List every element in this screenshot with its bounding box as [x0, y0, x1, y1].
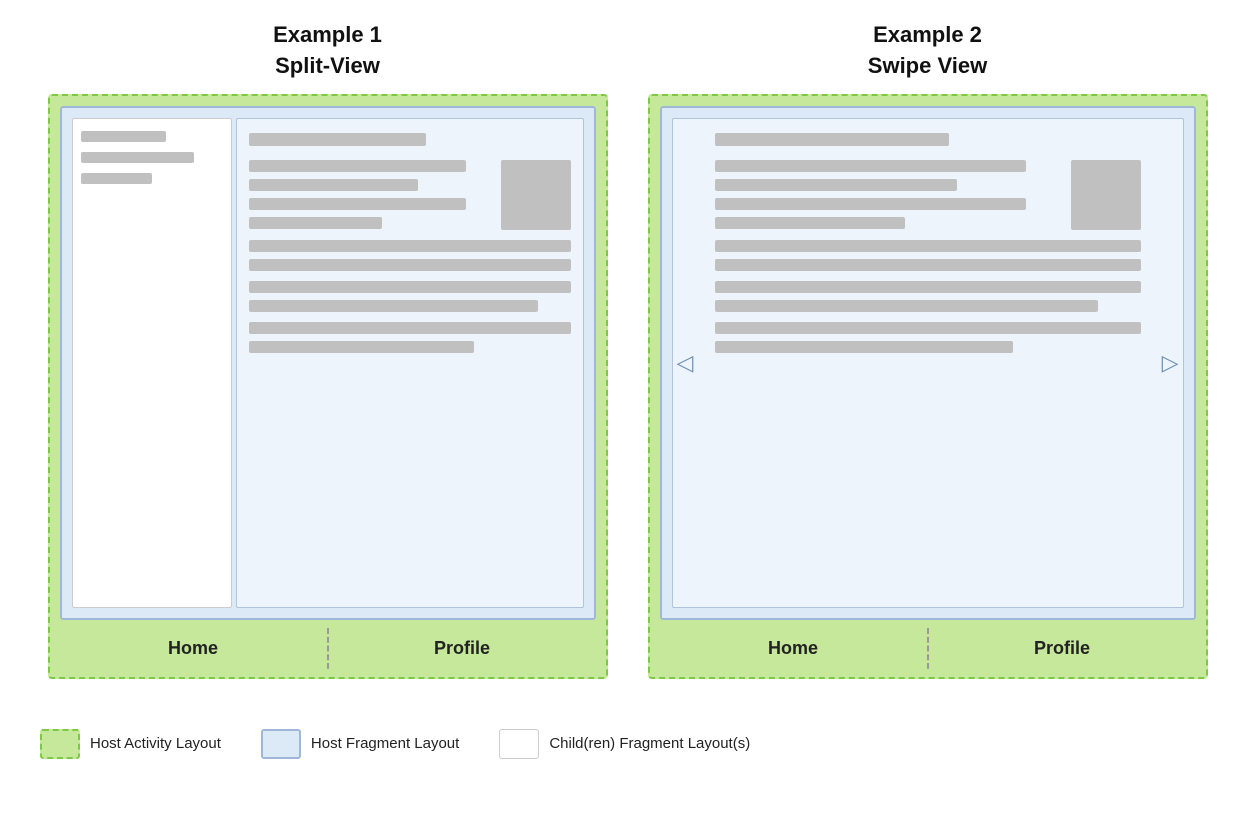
- swipe-bar-group-4: [715, 322, 1141, 353]
- example1-title: Example 1 Split-View: [273, 20, 382, 82]
- example1-nav-bar: Home Profile: [60, 620, 596, 677]
- content-bars: [249, 160, 491, 230]
- example1-host-activity: Home Profile: [48, 94, 608, 679]
- example2-title-line2: Swipe View: [868, 53, 987, 78]
- content-bar-2: [249, 179, 418, 191]
- example1-right-panel: [236, 118, 584, 608]
- legend-item-blue: Host Fragment Layout: [261, 729, 459, 759]
- example2-nav-bar: Home Profile: [660, 620, 1196, 677]
- swipe-cb-4: [715, 217, 905, 229]
- swipe-bar-group-3: [715, 281, 1141, 312]
- legend-box-green: [40, 729, 80, 759]
- example2-block: Example 2 Swipe View ◁: [648, 20, 1208, 679]
- legend-label-white: Child(ren) Fragment Layout(s): [549, 735, 750, 752]
- example1-block: Example 1 Split-View: [48, 20, 608, 679]
- swipe-bg2-1: [715, 240, 1141, 252]
- bar-group-4: [249, 322, 571, 353]
- bar-g2-2: [249, 259, 571, 271]
- bar-g4-2: [249, 341, 474, 353]
- example2-nav-profile[interactable]: Profile: [929, 620, 1196, 677]
- bar-group-3: [249, 281, 571, 312]
- bar-g2-1: [249, 240, 571, 252]
- swipe-content-with-thumb: [715, 160, 1141, 230]
- swipe-bg4-2: [715, 341, 1013, 353]
- swipe-content: [715, 133, 1141, 593]
- left-bar-2: [81, 152, 195, 163]
- legend-item-white: Child(ren) Fragment Layout(s): [499, 729, 750, 759]
- legend-row: Host Activity Layout Host Fragment Layou…: [20, 729, 1235, 759]
- right-panel-title: [249, 133, 571, 146]
- swipe-left-arrow[interactable]: ◁: [677, 350, 694, 376]
- example1-host-fragment: [60, 106, 596, 620]
- swipe-title-bar: [715, 133, 949, 146]
- swipe-right-arrow[interactable]: ▷: [1162, 350, 1179, 376]
- swipe-bg2-2: [715, 259, 1141, 271]
- swipe-cb-1: [715, 160, 1026, 172]
- example2-title: Example 2 Swipe View: [868, 20, 987, 82]
- page-container: Example 1 Split-View: [20, 20, 1235, 759]
- bar-g3-2: [249, 300, 539, 312]
- swipe-bg4-1: [715, 322, 1141, 334]
- bar-g3-1: [249, 281, 571, 293]
- content-bar-4: [249, 217, 382, 229]
- bar-g4-1: [249, 322, 571, 334]
- content-bar-1: [249, 160, 467, 172]
- content-with-thumb: [249, 160, 571, 230]
- example1-nav-home[interactable]: Home: [60, 620, 327, 677]
- title-bar: [249, 133, 426, 146]
- example1-title-line2: Split-View: [275, 53, 380, 78]
- swipe-panel-title: [715, 133, 1141, 146]
- legend-box-white: [499, 729, 539, 759]
- swipe-content-bars: [715, 160, 1061, 230]
- swipe-bar-group-2: [715, 240, 1141, 271]
- swipe-cb-2: [715, 179, 957, 191]
- example2-swipe-inner: ◁: [672, 118, 1184, 608]
- swipe-thumbnail: [1071, 160, 1141, 230]
- swipe-bg3-2: [715, 300, 1098, 312]
- swipe-cb-3: [715, 198, 1026, 210]
- swipe-bg3-1: [715, 281, 1141, 293]
- left-bar-1: [81, 131, 166, 142]
- example1-split-inner: [72, 118, 584, 608]
- example1-left-panel: [72, 118, 232, 608]
- bar-group-2: [249, 240, 571, 271]
- legend-label-green: Host Activity Layout: [90, 735, 221, 752]
- example1-title-line1: Example 1: [273, 22, 382, 47]
- examples-row: Example 1 Split-View: [20, 20, 1235, 679]
- example2-host-activity: ◁: [648, 94, 1208, 679]
- left-bar-3: [81, 173, 152, 184]
- example2-title-line1: Example 2: [873, 22, 982, 47]
- content-bar-3: [249, 198, 467, 210]
- legend-box-blue: [261, 729, 301, 759]
- example2-host-fragment: ◁: [660, 106, 1196, 620]
- thumbnail-1: [501, 160, 571, 230]
- legend-item-green: Host Activity Layout: [40, 729, 221, 759]
- legend-label-blue: Host Fragment Layout: [311, 735, 459, 752]
- example2-nav-home[interactable]: Home: [660, 620, 927, 677]
- example1-nav-profile[interactable]: Profile: [329, 620, 596, 677]
